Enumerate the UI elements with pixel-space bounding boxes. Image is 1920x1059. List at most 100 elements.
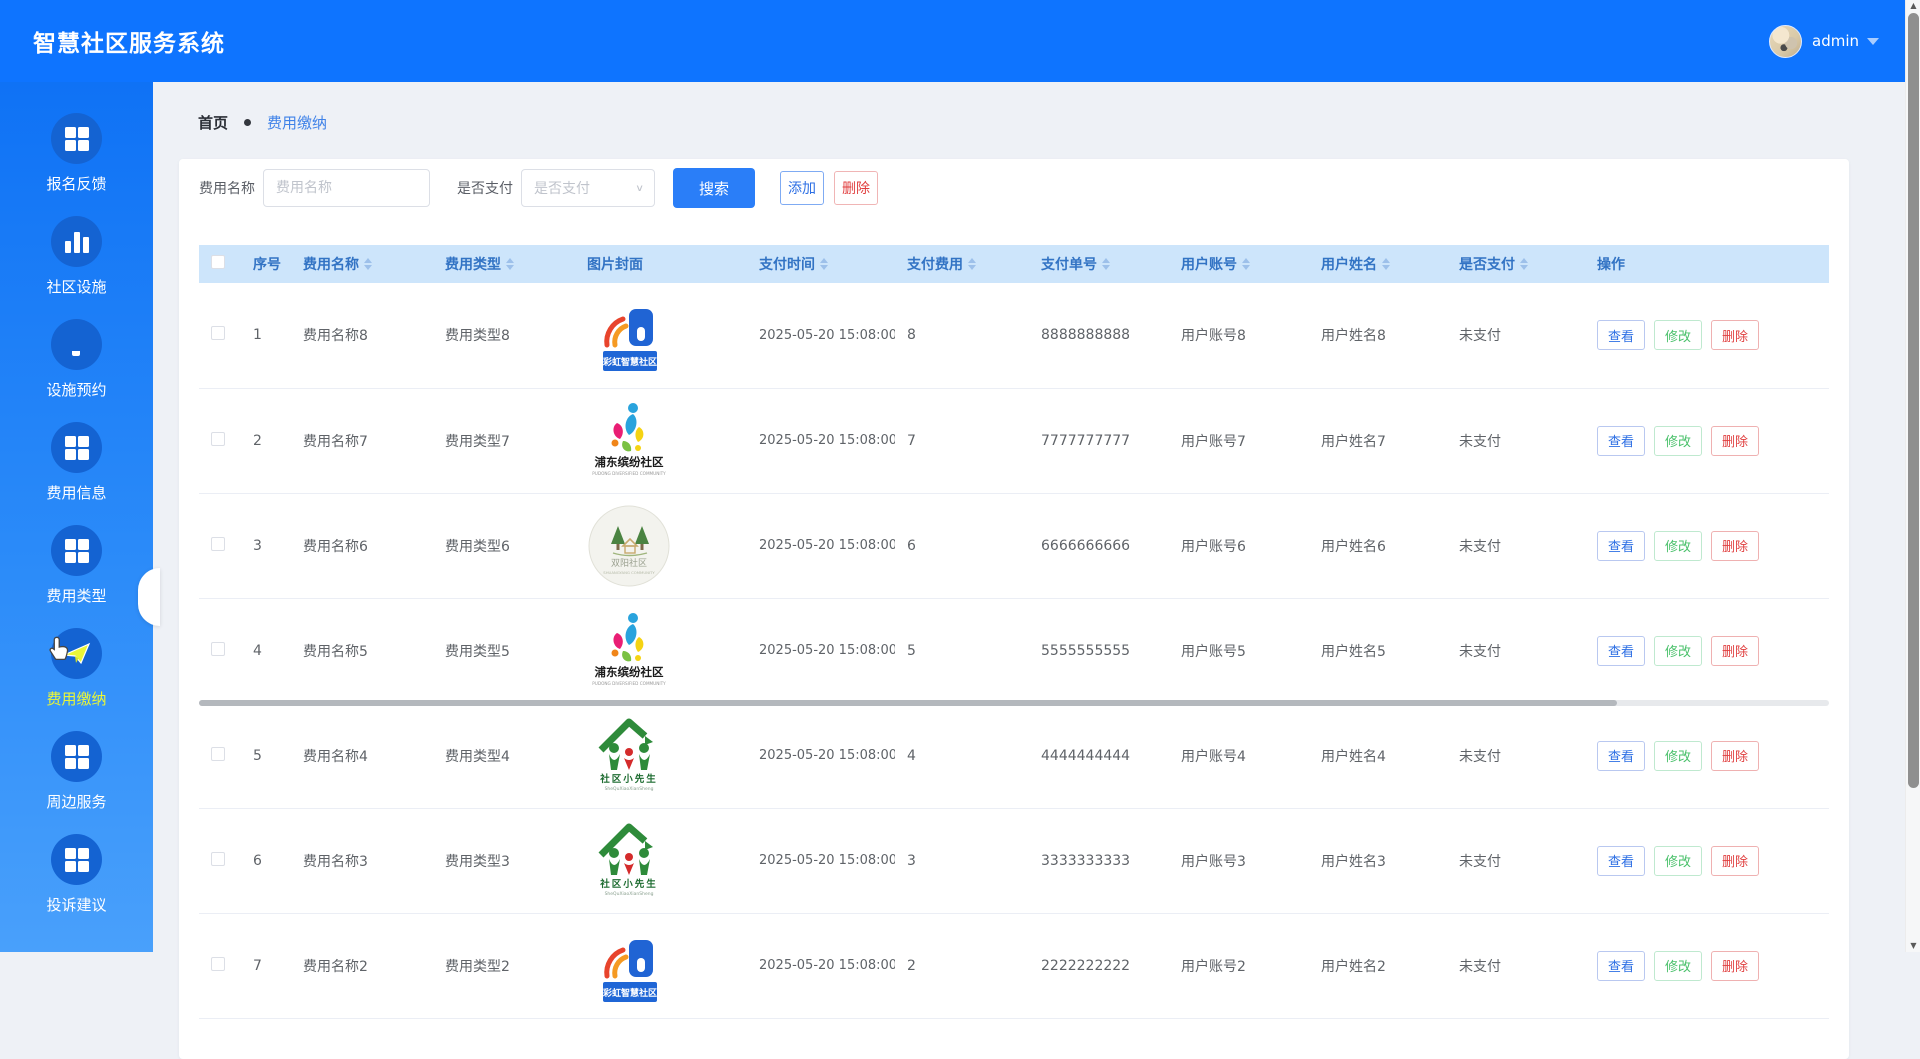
scroll-down-icon[interactable]: ▼ xyxy=(1906,940,1920,952)
logo-shequ: 社区小先生 SheQuXiaoXianSheng xyxy=(587,714,671,798)
sidebar-item-投诉建议[interactable]: 投诉建议 xyxy=(0,823,153,926)
row-delete-button[interactable]: 删除 xyxy=(1711,426,1759,456)
row-checkbox[interactable] xyxy=(211,642,225,656)
cell-fee-name: 费用名称3 xyxy=(291,808,433,913)
column-header-time[interactable]: 支付时间 xyxy=(747,245,895,283)
cell-fee-name: 费用名称4 xyxy=(291,703,433,808)
column-header-fee[interactable]: 支付费用 xyxy=(895,245,1029,283)
select-all-checkbox[interactable] xyxy=(211,255,225,269)
row-delete-button[interactable]: 删除 xyxy=(1711,951,1759,981)
sort-icon[interactable] xyxy=(820,258,828,270)
row-checkbox[interactable] xyxy=(211,957,225,971)
cell-order-no: 8888888888 xyxy=(1029,283,1169,388)
view-button[interactable]: 查看 xyxy=(1597,531,1645,561)
row-checkbox[interactable] xyxy=(211,747,225,761)
cell-fee-type: 费用类型5 xyxy=(433,598,575,703)
user-name: admin xyxy=(1812,32,1859,50)
cell-username: 用户姓名6 xyxy=(1309,493,1447,598)
cover-image: 浦东缤纷社区 PUDONG DIVERSIFIED COMMUNITY xyxy=(587,399,747,483)
row-delete-button[interactable]: 删除 xyxy=(1711,320,1759,350)
edit-button[interactable]: 修改 xyxy=(1654,320,1702,350)
view-button[interactable]: 查看 xyxy=(1597,741,1645,771)
cell-pay-time: 2025-05-20 15:08:00 xyxy=(747,913,895,1018)
edit-button[interactable]: 修改 xyxy=(1654,531,1702,561)
sidebar-item-费用信息[interactable]: 费用信息 xyxy=(0,411,153,514)
view-button[interactable]: 查看 xyxy=(1597,846,1645,876)
sidebar-item-费用类型[interactable]: 费用类型 xyxy=(0,514,153,617)
search-bar: 费用名称 是否支付 是否支付 ∨ 搜索 添加 删除 xyxy=(199,168,878,208)
cell-username: 用户姓名3 xyxy=(1309,808,1447,913)
column-header-logo: 图片封面 xyxy=(575,245,747,283)
avatar[interactable] xyxy=(1769,25,1802,58)
row-checkbox[interactable] xyxy=(211,432,225,446)
sort-icon[interactable] xyxy=(506,258,514,270)
view-button[interactable]: 查看 xyxy=(1597,426,1645,456)
cell-pay-time: 2025-05-20 15:08:00 xyxy=(747,703,895,808)
table-row: 5费用名称4费用类型4 社区小先生 SheQuXiaoXianSheng2025… xyxy=(199,703,1829,808)
search-button[interactable]: 搜索 xyxy=(673,168,755,208)
edit-button[interactable]: 修改 xyxy=(1654,426,1702,456)
cell-paid-status: 未支付 xyxy=(1447,493,1585,598)
sort-icon[interactable] xyxy=(1242,258,1250,270)
row-delete-button[interactable]: 删除 xyxy=(1711,636,1759,666)
edit-button[interactable]: 修改 xyxy=(1654,951,1702,981)
row-checkbox[interactable] xyxy=(211,537,225,551)
sort-icon[interactable] xyxy=(364,258,372,270)
breadcrumb-current[interactable]: 费用缴纳 xyxy=(267,112,327,133)
row-delete-button[interactable]: 删除 xyxy=(1711,531,1759,561)
paid-select[interactable]: 是否支付 ∨ xyxy=(521,169,655,207)
mouse-cursor xyxy=(48,636,72,662)
add-button[interactable]: 添加 xyxy=(780,171,824,205)
sidebar-item-label: 投诉建议 xyxy=(46,894,106,915)
cell-order-no: 3333333333 xyxy=(1029,808,1169,913)
column-header-order_no[interactable]: 支付单号 xyxy=(1029,245,1169,283)
edit-button[interactable]: 修改 xyxy=(1654,636,1702,666)
cell-pay-time: 2025-05-20 15:08:00 xyxy=(747,808,895,913)
cell-pay-fee: 2 xyxy=(895,913,1029,1018)
row-delete-button[interactable]: 删除 xyxy=(1711,846,1759,876)
edit-button[interactable]: 修改 xyxy=(1654,741,1702,771)
edit-button[interactable]: 修改 xyxy=(1654,846,1702,876)
sidebar-item-社区设施[interactable]: 社区设施 xyxy=(0,205,153,308)
vertical-scrollbar[interactable]: ▲ ▼ xyxy=(1905,0,1920,952)
sidebar-item-周边服务[interactable]: 周边服务 xyxy=(0,720,153,823)
sort-icon[interactable] xyxy=(1382,258,1390,270)
delete-button[interactable]: 删除 xyxy=(834,171,878,205)
svg-text:双阳社区: 双阳社区 xyxy=(611,557,647,569)
column-header-paid[interactable]: 是否支付 xyxy=(1447,245,1585,283)
column-header-username[interactable]: 用户姓名 xyxy=(1309,245,1447,283)
sidebar-icon-circle xyxy=(51,319,102,370)
view-button[interactable]: 查看 xyxy=(1597,636,1645,666)
row-checkbox[interactable] xyxy=(211,852,225,866)
column-header-name[interactable]: 费用名称 xyxy=(291,245,433,283)
cell-order-no: 2222222222 xyxy=(1029,913,1169,1018)
svg-text:PUDONG DIVERSIFIED COMMUNITY: PUDONG DIVERSIFIED COMMUNITY xyxy=(592,681,666,686)
table-row: 7费用名称2费用类型2 彩虹智慧社区2025-05-20 15:08:00222… xyxy=(199,913,1829,1018)
cell-fee-type: 费用类型6 xyxy=(433,493,575,598)
row-checkbox[interactable] xyxy=(211,326,225,340)
svg-text:SheQuXiaoXianSheng: SheQuXiaoXianSheng xyxy=(605,786,654,792)
fee-name-input[interactable] xyxy=(263,169,430,207)
user-menu[interactable]: admin xyxy=(1769,25,1879,58)
view-button[interactable]: 查看 xyxy=(1597,320,1645,350)
row-delete-button[interactable]: 删除 xyxy=(1711,741,1759,771)
column-header-type[interactable]: 费用类型 xyxy=(433,245,575,283)
select-all-header[interactable] xyxy=(199,245,241,283)
sort-icon[interactable] xyxy=(1102,258,1110,270)
breadcrumb-home[interactable]: 首页 xyxy=(198,112,228,133)
sort-icon[interactable] xyxy=(968,258,976,270)
sidebar-item-设施预约[interactable]: 设施预约 xyxy=(0,308,153,411)
view-button[interactable]: 查看 xyxy=(1597,951,1645,981)
column-header-account[interactable]: 用户账号 xyxy=(1169,245,1309,283)
lightbulb-icon xyxy=(67,333,87,357)
cell-pay-time: 2025-05-20 15:08:00 xyxy=(747,388,895,493)
sidebar-item-费用缴纳[interactable]: 费用缴纳 xyxy=(0,617,153,720)
cell-paid-status: 未支付 xyxy=(1447,808,1585,913)
sidebar-item-label: 费用缴纳 xyxy=(46,688,106,709)
scroll-up-icon[interactable]: ▲ xyxy=(1906,0,1920,12)
horizontal-scrollbar[interactable] xyxy=(199,700,1829,706)
scrollbar-thumb[interactable] xyxy=(1908,13,1919,788)
sort-icon[interactable] xyxy=(1520,258,1528,270)
cell-fee-name: 费用名称8 xyxy=(291,283,433,388)
sidebar-item-报名反馈[interactable]: 报名反馈 xyxy=(0,102,153,205)
